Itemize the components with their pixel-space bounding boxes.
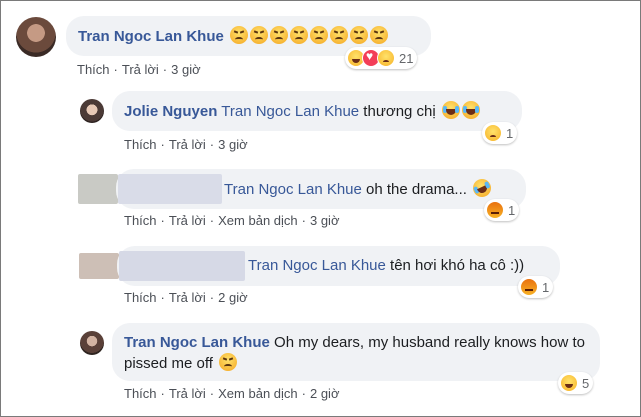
see-translation-link[interactable]: Xem bản dịch bbox=[218, 213, 298, 228]
reply-link[interactable]: Trả lời bbox=[122, 62, 159, 77]
angry-emoji-icon bbox=[350, 26, 369, 44]
comment-actions: Thích · Trả lời · Xem bản dịch · 2 giờ bbox=[124, 386, 340, 401]
comment-text: thương chị bbox=[359, 103, 436, 120]
timestamp[interactable]: 3 giờ bbox=[310, 213, 340, 228]
avatar[interactable] bbox=[16, 17, 56, 57]
blurred-author-name bbox=[118, 174, 222, 204]
like-link[interactable]: Thích bbox=[124, 386, 157, 401]
reply-link[interactable]: Trả lời bbox=[169, 137, 206, 152]
comment-author[interactable]: Jolie Nguyen bbox=[124, 103, 217, 120]
reply-link[interactable]: Trả lời bbox=[169, 213, 206, 228]
reaction-summary[interactable]: 1 bbox=[482, 122, 518, 144]
haha-reaction-icon bbox=[560, 374, 578, 392]
like-link[interactable]: Thích bbox=[124, 290, 157, 305]
comment-actions: Thích · Trả lời · 3 giờ bbox=[77, 62, 201, 77]
timestamp[interactable]: 3 giờ bbox=[218, 137, 248, 152]
timestamp[interactable]: 2 giờ bbox=[310, 386, 340, 401]
rofl-emoji-icon bbox=[470, 176, 495, 200]
blurred-avatar bbox=[79, 253, 119, 279]
comment-bubble: Jolie Nguyen Tran Ngoc Lan Khue thương c… bbox=[112, 91, 522, 131]
reaction-count: 1 bbox=[542, 279, 550, 295]
comment-author[interactable]: Tran Ngoc Lan Khue bbox=[124, 334, 270, 351]
angry-emoji-icon bbox=[230, 26, 249, 44]
laughing-emoji-icon bbox=[441, 101, 460, 119]
timestamp[interactable]: 2 giờ bbox=[218, 290, 248, 305]
like-link[interactable]: Thích bbox=[124, 137, 157, 152]
mention-link[interactable]: Tran Ngoc Lan Khue bbox=[248, 257, 386, 274]
comment-actions: Thích · Trả lời · 2 giờ bbox=[124, 290, 248, 305]
blurred-author-name bbox=[119, 251, 245, 281]
reaction-count: 1 bbox=[508, 202, 516, 218]
sad-reaction-icon bbox=[484, 124, 502, 142]
angry-emoji-icon bbox=[250, 26, 269, 44]
angry-emoji-icon bbox=[370, 26, 389, 44]
angry-emoji-icon bbox=[310, 26, 329, 44]
comment-text: tên hơi khó ha cô :)) bbox=[385, 257, 525, 274]
comment-text: oh the drama... bbox=[361, 181, 467, 198]
like-link[interactable]: Thích bbox=[124, 213, 157, 228]
laughing-emoji-icon bbox=[461, 101, 480, 119]
comment-bubble: Tran Ngoc Lan Khue Oh my dears, my husba… bbox=[112, 323, 600, 381]
comment-emojis bbox=[228, 26, 389, 45]
reaction-summary[interactable]: 1 bbox=[484, 199, 520, 221]
like-link[interactable]: Thích bbox=[77, 62, 110, 77]
angry-emoji-icon bbox=[219, 353, 238, 371]
sad-reaction-icon bbox=[377, 49, 395, 67]
reaction-summary[interactable]: 5 bbox=[558, 372, 594, 394]
reaction-count: 1 bbox=[506, 125, 514, 141]
comment-actions: Thích · Trả lời · 3 giờ bbox=[124, 137, 248, 152]
comment-author[interactable]: Tran Ngoc Lan Khue bbox=[78, 28, 224, 45]
angry-reaction-icon bbox=[486, 201, 504, 219]
angry-reaction-icon bbox=[520, 278, 538, 296]
see-translation-link[interactable]: Xem bản dịch bbox=[218, 386, 298, 401]
mention-link[interactable]: Tran Ngoc Lan Khue bbox=[224, 181, 362, 198]
reply-link[interactable]: Trả lời bbox=[169, 290, 206, 305]
angry-emoji-icon bbox=[330, 26, 349, 44]
timestamp[interactable]: 3 giờ bbox=[171, 62, 201, 77]
mention-link[interactable]: Tran Ngoc Lan Khue bbox=[221, 103, 359, 120]
reaction-summary[interactable]: 21 bbox=[345, 47, 418, 69]
blurred-avatar bbox=[78, 174, 118, 204]
reaction-count: 5 bbox=[582, 375, 590, 391]
angry-emoji-icon bbox=[290, 26, 309, 44]
reaction-summary[interactable]: 1 bbox=[518, 276, 554, 298]
reaction-count: 21 bbox=[399, 50, 414, 66]
angry-emoji-icon bbox=[270, 26, 289, 44]
avatar[interactable] bbox=[80, 331, 104, 355]
comment-actions: Thích · Trả lời · Xem bản dịch · 3 giờ bbox=[124, 213, 340, 228]
reply-link[interactable]: Trả lời bbox=[169, 386, 206, 401]
avatar[interactable] bbox=[80, 99, 104, 123]
